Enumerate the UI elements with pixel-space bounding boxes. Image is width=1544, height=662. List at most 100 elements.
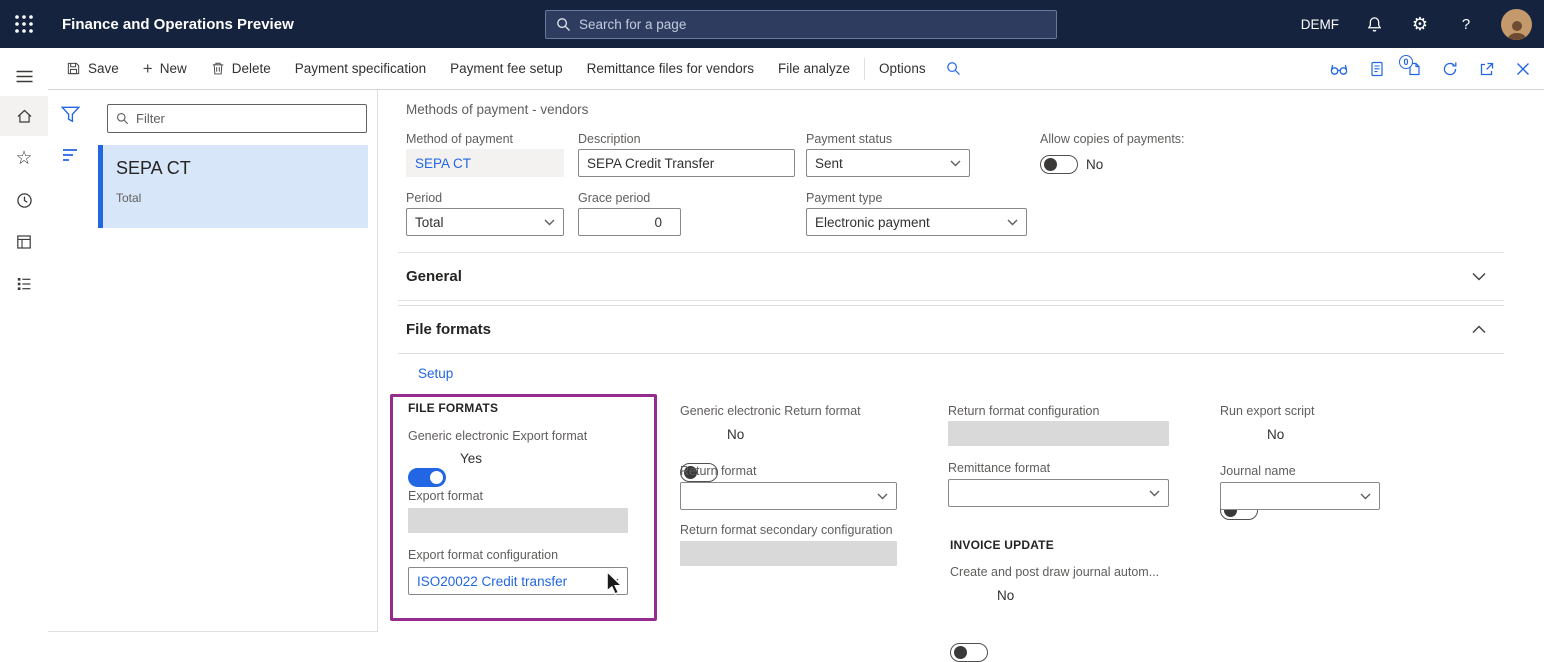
record-subtitle: Total [116,191,141,205]
setup-tab-label: Setup [418,366,453,381]
sort-lines-icon [61,147,80,163]
bell-icon [1366,16,1383,33]
file-analyze-button[interactable]: File analyze [766,48,862,90]
search-icon [556,17,571,32]
popout-icon [1479,61,1495,77]
remittance-files-button[interactable]: Remittance files for vendors [575,48,766,90]
payment-status-value: Sent [815,156,843,171]
book-icon [1369,61,1385,77]
record-filter[interactable] [107,104,367,133]
refresh-icon [1442,61,1458,77]
app-window: Finance and Operations Preview DEMF ⚙ ? [0,0,1544,95]
generic-return-label: Generic electronic Return format [680,404,861,418]
journal-name-label: Journal name [1220,464,1296,478]
payment-type-value: Electronic payment [815,215,930,230]
top-navigation-bar: Finance and Operations Preview DEMF ⚙ ? [0,0,1544,48]
waffle-icon [14,14,34,34]
payment-specification-button[interactable]: Payment specification [283,48,438,90]
attachments-button[interactable]: 0 [1406,61,1421,77]
payment-type-select[interactable]: Electronic payment [806,208,1027,236]
method-of-payment-link[interactable]: SEPA CT [415,156,471,171]
actionbar-right-icons: 0 [1330,48,1530,90]
app-launcher-button[interactable] [0,0,48,48]
global-search[interactable] [545,10,1057,39]
grace-period-label: Grace period [578,191,650,205]
refresh-button[interactable] [1442,61,1458,77]
help-icon: ? [1462,16,1470,33]
actionbar-search-button[interactable] [938,48,969,90]
generic-return-value: No [727,427,744,442]
clock-icon [16,192,33,209]
journal-name-select[interactable] [1220,482,1380,510]
create-post-draw-toggle[interactable] [950,643,988,662]
record-filter-input[interactable] [136,111,358,126]
section-file-formats-title: File formats [406,321,491,338]
plus-icon: + [143,60,153,77]
payment-type-label: Payment type [806,191,882,205]
hamburger-icon [16,70,33,83]
export-format-configuration-label: Export format configuration [408,548,558,562]
section-general[interactable]: General [398,252,1504,301]
chevron-down-icon [1007,219,1018,226]
settings-button[interactable]: ⚙ [1409,13,1431,35]
payment-fee-setup-label: Payment fee setup [450,61,563,76]
home-button[interactable] [0,96,48,136]
avatar[interactable] [1501,9,1532,40]
generic-export-toggle[interactable] [408,468,446,487]
close-button[interactable] [1516,62,1530,76]
section-file-formats[interactable]: File formats [398,305,1504,354]
close-icon [1516,62,1530,76]
chevron-up-icon [1472,325,1486,334]
delete-label: Delete [232,61,271,76]
export-format-configuration-select[interactable]: ISO20022 Credit transfer [408,567,628,595]
trash-icon [211,61,225,76]
grace-period-input[interactable] [578,208,681,236]
task-guide-button[interactable] [1369,61,1385,77]
run-export-script-value: No [1267,427,1284,442]
delete-button[interactable]: Delete [199,48,283,90]
payment-status-select[interactable]: Sent [806,149,970,177]
generic-export-value: Yes [460,451,482,466]
workspaces-button[interactable] [0,222,48,262]
run-export-script-label: Run export script [1220,404,1314,418]
favorites-button[interactable]: ☆ [0,138,48,178]
help-button[interactable]: ? [1455,13,1477,35]
create-post-draw-value: No [997,588,1014,603]
remittance-files-label: Remittance files for vendors [587,61,754,76]
payment-fee-setup-button[interactable]: Payment fee setup [438,48,575,90]
form-icon [16,234,32,250]
method-of-payment-value[interactable]: SEPA CT [406,149,564,177]
gear-icon: ⚙ [1412,14,1428,35]
filter-funnel-button[interactable] [61,106,80,123]
options-button[interactable]: Options [867,48,938,90]
remittance-format-select[interactable] [948,479,1169,507]
site-map-button[interactable] [0,56,48,96]
attachments-count-badge: 0 [1399,55,1413,69]
global-search-input[interactable] [579,17,1046,32]
chevron-down-icon [1149,490,1160,497]
environment-label[interactable]: DEMF [1301,17,1339,32]
section-general-title: General [406,268,462,285]
record-list-item-selected[interactable]: SEPA CT Total [98,145,368,228]
setup-tab[interactable]: Setup [418,366,453,381]
recent-button[interactable] [0,180,48,220]
save-button[interactable]: Save [54,48,131,90]
open-in-new-window-button[interactable] [1479,61,1495,77]
payment-status-label: Payment status [806,132,892,146]
funnel-icon [61,106,80,123]
preview-button[interactable] [1330,62,1348,76]
return-format-secondary-label: Return format secondary configuration [680,523,893,537]
description-input[interactable] [578,149,795,177]
allow-copies-value: No [1086,157,1103,172]
return-format-select[interactable] [680,482,897,510]
app-title[interactable]: Finance and Operations Preview [62,16,294,33]
return-format-configuration-field-disabled [948,421,1169,446]
notifications-button[interactable] [1363,13,1385,35]
list-view-button[interactable] [61,147,80,163]
modules-button[interactable] [0,264,48,304]
allow-copies-toggle[interactable] [1040,155,1078,174]
new-button[interactable]: + New [131,48,199,90]
period-select[interactable]: Total [406,208,564,236]
chevron-down-icon [1360,493,1371,500]
period-value: Total [415,215,444,230]
